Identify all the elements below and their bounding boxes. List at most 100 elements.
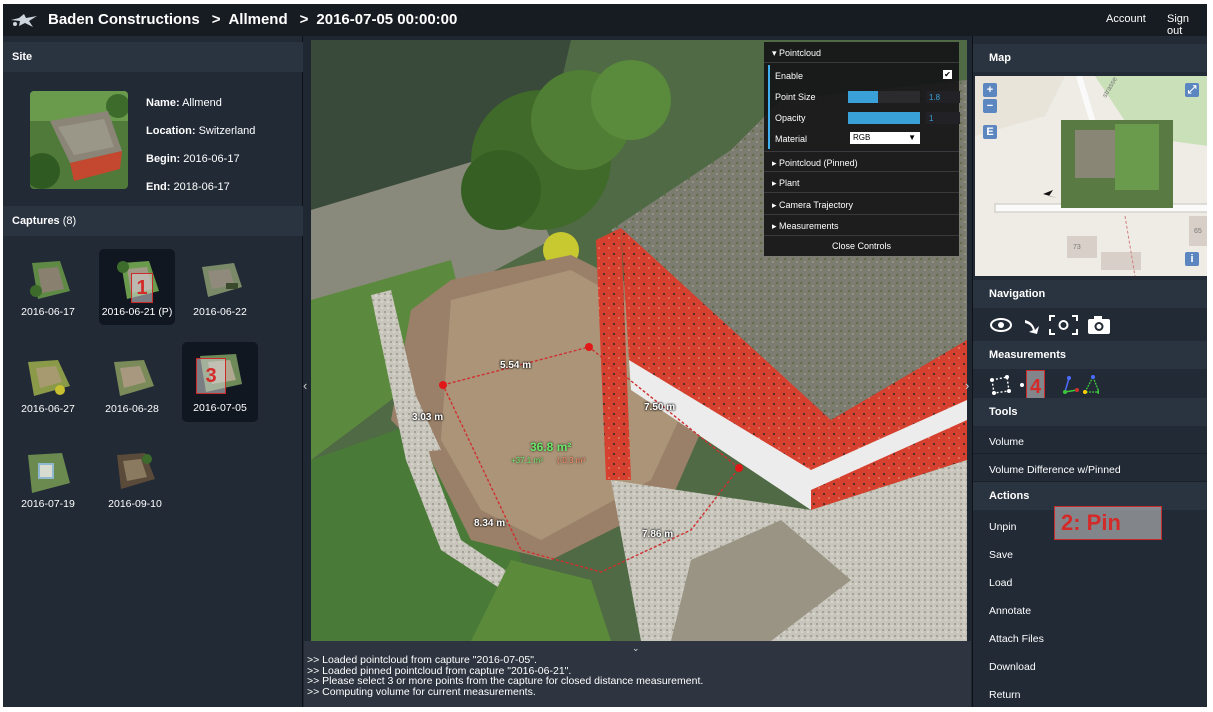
section-trajectory[interactable]: ▸ Camera Trajectory xyxy=(764,194,959,215)
annotation-marker-1: 1 xyxy=(131,273,153,303)
opacity-value[interactable]: 1 xyxy=(926,112,960,124)
distance-label: 5.54 m xyxy=(500,360,532,371)
capture-label: 2016-06-27 xyxy=(21,403,75,415)
site-name-label: Name: xyxy=(146,97,180,109)
capture-label: 2016-07-19 xyxy=(21,498,75,510)
capture-item[interactable]: 2016-09-10 xyxy=(97,441,173,517)
capture-thumbnail xyxy=(117,453,155,489)
action-return[interactable]: Return xyxy=(989,689,1021,701)
map-heading: Map xyxy=(973,44,1207,72)
tool-volume-difference[interactable]: Volume Difference w/Pinned xyxy=(989,464,1121,476)
capture-item[interactable]: 2016-07-19 xyxy=(10,441,86,517)
zoom-in-button[interactable]: + xyxy=(983,83,997,97)
breadcrumb-capture: 2016-07-05 00:00:00 xyxy=(316,11,458,28)
measurement-point xyxy=(439,381,447,389)
tool-row[interactable]: Volume Difference w/Pinned xyxy=(973,454,1207,482)
section-measurements-label: Measurements xyxy=(779,221,839,231)
section-pointcloud[interactable]: ▾ Pointcloud xyxy=(764,42,959,63)
pointcloud-viewer[interactable]: 5.54 m 3.03 m 7.50 m 8.34 m 7.86 m 36.8 … xyxy=(311,40,967,641)
area-label: 36.8 m² xyxy=(530,440,572,454)
fly-icon[interactable] xyxy=(1025,320,1039,334)
capture-label: 2016-09-10 xyxy=(108,498,162,510)
action-annotate[interactable]: Annotate xyxy=(989,605,1031,617)
console-log: ⌄ >> Loaded pointcloud from capture "201… xyxy=(304,641,971,707)
capture-item-current[interactable]: 2016-07-05 3 xyxy=(182,342,258,422)
angle-measure-icon[interactable] xyxy=(1083,375,1101,394)
site-map[interactable]: + − E ⤢ i strasse 73 65 xyxy=(975,76,1207,276)
focus-icon[interactable] xyxy=(1049,315,1078,335)
section-measurements[interactable]: ▸ Measurements xyxy=(764,215,959,236)
extent-button[interactable]: E xyxy=(983,125,997,139)
action-load[interactable]: Load xyxy=(989,577,1012,589)
tool-volume[interactable]: Volume xyxy=(989,436,1024,448)
distance-label: 8.34 m xyxy=(474,518,506,529)
collapse-console-icon[interactable]: ⌄ xyxy=(632,643,640,654)
site-end-value: 2018-06-17 xyxy=(173,181,230,193)
capture-thumbnail xyxy=(202,263,242,297)
distance-polygon-icon[interactable] xyxy=(990,375,1011,395)
action-save[interactable]: Save xyxy=(989,549,1013,561)
capture-item[interactable]: 2016-06-17 xyxy=(10,249,86,325)
collapse-right-icon[interactable]: › xyxy=(965,378,969,393)
action-unpin[interactable]: Unpin xyxy=(989,521,1016,533)
site-location-value: Switzerland xyxy=(198,125,256,137)
map-number-label: 73 xyxy=(1073,244,1081,251)
section-plant-label: Plant xyxy=(779,178,800,188)
capture-label: 2016-06-17 xyxy=(21,306,75,318)
height-measure-icon[interactable] xyxy=(1063,376,1079,394)
capture-item-pinned[interactable]: 2016-06-21 (P) 1 xyxy=(99,249,175,325)
section-plant[interactable]: ▸ Plant xyxy=(764,172,959,193)
signout-link[interactable]: Sign out xyxy=(1167,13,1207,37)
map-number-label: 65 xyxy=(1194,228,1202,235)
area-measure-icon[interactable] xyxy=(1020,383,1024,387)
camera-icon[interactable] xyxy=(1088,316,1110,334)
site-begin-line: Begin: 2016-06-17 xyxy=(146,153,240,165)
enable-row: Enable ✔ xyxy=(768,65,959,86)
point-size-row: Point Size 1.8 xyxy=(768,86,960,107)
measurements-heading: Measurements xyxy=(973,341,1207,369)
capture-item[interactable]: 2016-06-22 xyxy=(182,249,258,325)
tool-row[interactable]: Volume xyxy=(973,426,1207,454)
site-begin-label: Begin: xyxy=(146,153,181,165)
navigation-tools xyxy=(989,314,1119,338)
opacity-fill xyxy=(848,112,920,124)
annotation-marker-2: 2: Pin xyxy=(1054,506,1162,540)
opacity-label: Opacity xyxy=(775,113,806,123)
site-name-value: Allmend xyxy=(182,97,222,109)
capture-item[interactable]: 2016-06-28 xyxy=(94,346,170,422)
capture-thumbnail xyxy=(114,360,154,396)
capture-item[interactable]: 2016-06-27 xyxy=(10,346,86,422)
site-heading: Site xyxy=(3,42,303,72)
breadcrumb-company[interactable]: Baden Constructions xyxy=(48,11,200,28)
capture-label: 2016-06-21 (P) xyxy=(101,306,173,318)
distance-label: 3.03 m xyxy=(412,412,444,423)
collapse-left-icon[interactable]: ‹ xyxy=(303,378,307,393)
top-bar: Baden Constructions > Allmend >2016-07-05 0… xyxy=(3,4,1207,37)
section-pinned-label: Pointcloud (Pinned) xyxy=(779,158,858,168)
action-download[interactable]: Download xyxy=(989,661,1036,673)
measurement-point xyxy=(735,464,743,472)
breadcrumb-separator: > xyxy=(299,11,309,28)
distance-label: 7.50 m xyxy=(644,402,676,413)
section-pinned[interactable]: ▸ Pointcloud (Pinned) xyxy=(764,151,959,172)
opacity-slider[interactable] xyxy=(848,112,920,124)
material-select[interactable]: RGB ▼ xyxy=(850,132,920,144)
map-tiles xyxy=(975,76,1207,276)
close-controls-button[interactable]: Close Controls xyxy=(764,237,959,256)
account-link[interactable]: Account xyxy=(1106,13,1146,25)
breadcrumb-separator: > xyxy=(211,11,221,28)
enable-checkbox[interactable]: ✔ xyxy=(943,70,952,79)
zoom-out-button[interactable]: − xyxy=(983,99,997,113)
capture-label: 2016-06-22 xyxy=(193,306,247,318)
left-panel: Site Name: Allmend Location: Switzerland… xyxy=(3,36,303,707)
point-size-fill xyxy=(848,91,879,103)
drone-logo-icon[interactable] xyxy=(9,10,39,30)
orbit-icon[interactable] xyxy=(990,318,1012,332)
measurement-point xyxy=(585,343,593,351)
map-info-icon[interactable]: i xyxy=(1185,252,1199,266)
breadcrumb-site[interactable]: Allmend xyxy=(228,11,287,28)
action-attach-files[interactable]: Attach Files xyxy=(989,633,1044,645)
point-size-value[interactable]: 1.8 xyxy=(926,91,960,103)
fullscreen-icon[interactable]: ⤢ xyxy=(1185,83,1199,97)
point-size-slider[interactable] xyxy=(848,91,920,103)
